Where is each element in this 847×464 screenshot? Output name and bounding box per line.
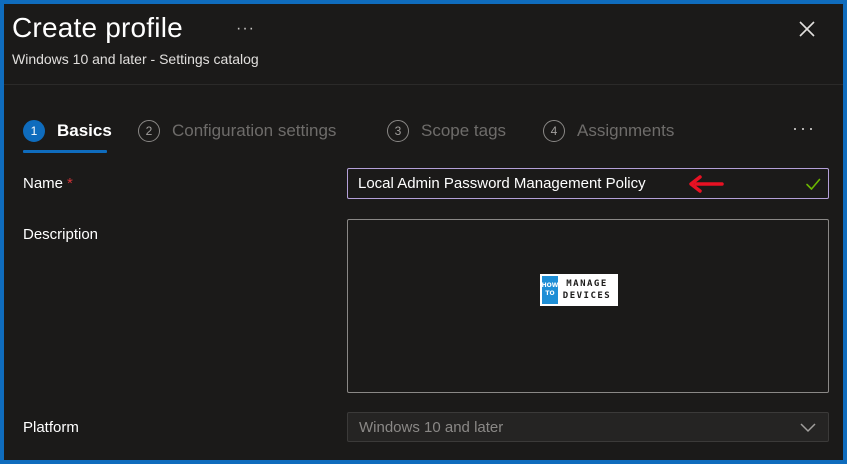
step-assignments[interactable]: 4 Assignments — [543, 118, 674, 144]
name-label-text: Name — [23, 175, 64, 192]
step-number: 3 — [387, 120, 409, 142]
step-label: Configuration settings — [172, 121, 337, 140]
logo-devices: DEVICES — [562, 291, 612, 301]
name-input[interactable]: Local Admin Password Management Policy — [347, 168, 829, 199]
step-number: 4 — [543, 120, 565, 142]
description-label: Description — [23, 226, 99, 243]
platform-label: Platform — [23, 419, 79, 436]
platform-select-value: Windows 10 and later — [359, 419, 504, 436]
step-configuration-settings[interactable]: 2 Configuration settings — [138, 118, 336, 144]
logo-how-to-block: HOW TO — [542, 276, 558, 304]
step-label: Basics — [57, 121, 112, 140]
step-number: 2 — [138, 120, 160, 142]
step-scope-tags[interactable]: 3 Scope tags — [387, 118, 506, 144]
name-label: Name * — [23, 175, 73, 192]
page-title: Create profile — [12, 12, 183, 43]
page-subtitle: Windows 10 and later - Settings catalog — [12, 51, 259, 67]
name-input-value: Local Admin Password Management Policy — [358, 175, 646, 192]
create-profile-panel: Create profile ··· Windows 10 and later … — [4, 4, 843, 460]
platform-select[interactable]: Windows 10 and later — [347, 412, 829, 442]
header-divider — [4, 84, 843, 85]
logo-text: MANAGE DEVICES — [558, 278, 616, 302]
description-textarea[interactable]: HOW TO MANAGE DEVICES — [347, 219, 829, 393]
active-step-indicator — [23, 150, 107, 153]
step-label: Scope tags — [421, 121, 507, 140]
valid-check-icon — [806, 178, 821, 190]
annotation-arrow-icon — [689, 175, 724, 193]
howtomanagedevices-logo: HOW TO MANAGE DEVICES — [540, 274, 618, 306]
step-label: Assignments — [577, 121, 675, 140]
more-options-icon[interactable]: ··· — [236, 20, 255, 38]
chevron-down-icon — [800, 423, 816, 433]
steps-more-icon[interactable]: ··· — [792, 118, 816, 139]
required-indicator: * — [67, 175, 73, 192]
close-icon[interactable] — [796, 18, 818, 40]
logo-manage: MANAGE — [566, 279, 608, 289]
logo-to: TO — [545, 290, 555, 297]
logo-how: HOW — [541, 282, 559, 289]
step-basics[interactable]: 1 Basics — [23, 118, 112, 144]
step-number: 1 — [23, 120, 45, 142]
